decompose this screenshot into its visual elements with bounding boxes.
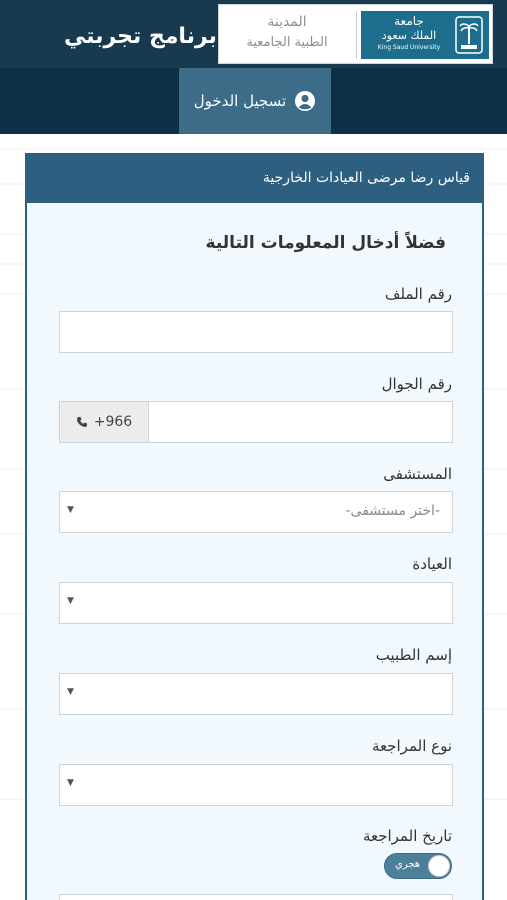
file-number-input[interactable]: [59, 311, 453, 353]
chevron-down-icon: ▼: [67, 778, 74, 788]
app-title: برنامج تجربتي: [64, 24, 217, 49]
toggle-knob: [428, 855, 450, 877]
chevron-down-icon: ▼: [67, 596, 74, 606]
palm-emblem-icon: [455, 16, 483, 54]
doctor-select[interactable]: ▼: [59, 673, 453, 715]
chevron-down-icon: ▼: [67, 505, 74, 515]
country-code: +966: [93, 414, 133, 430]
visit-date-label: تاريخ المراجعة: [362, 827, 452, 845]
ksu-english-name: King Saud University: [377, 44, 441, 51]
survey-panel: قياس رضا مرضى العيادات الخارجية فضلاً أد…: [25, 153, 484, 900]
ksu-line1: جامعة: [394, 14, 424, 28]
ksu-logo-text: جامعة الملك سعود King Saud University: [367, 14, 451, 53]
visit-type-select[interactable]: ▼: [59, 764, 453, 806]
calendar-toggle-label: هجري: [395, 859, 421, 870]
user-circle-icon: [295, 91, 316, 111]
university-logo[interactable]: المدينة الطبية الجامعية جامعة الملك سعود…: [218, 4, 493, 64]
medical-city-line1: المدينة: [267, 14, 307, 30]
login-nav-item[interactable]: تسجيل الدخول: [179, 68, 331, 134]
top-header: برنامج تجربتي المدينة الطبية الجامعية جا…: [0, 0, 507, 68]
medical-city-logo: المدينة الطبية الجامعية: [223, 11, 351, 59]
hospital-placeholder: -اختر مستشفى-: [345, 503, 441, 519]
hospital-label: المستشفى: [383, 465, 452, 483]
hospital-select[interactable]: ▼ -اختر مستشفى-: [59, 491, 453, 533]
doctor-label: إسم الطبيب: [375, 646, 452, 664]
clinic-select[interactable]: ▼: [59, 582, 453, 624]
file-number-label: رقم الملف: [384, 285, 452, 303]
mobile-label: رقم الجوال: [381, 375, 452, 393]
ksu-line2: الملك سعود: [381, 29, 437, 42]
chevron-down-icon: ▼: [67, 687, 74, 697]
phone-icon: [76, 417, 87, 427]
clinic-label: العيادة: [412, 555, 452, 573]
visit-type-label: نوع المراجعة: [371, 737, 452, 755]
login-label: تسجيل الدخول: [193, 92, 287, 110]
hijri-calendar-toggle[interactable]: هجري: [384, 853, 452, 879]
mobile-input-group[interactable]: +966: [59, 401, 453, 443]
panel-title: قياس رضا مرضى العيادات الخارجية: [27, 155, 482, 203]
country-code-addon: +966: [60, 402, 149, 442]
medical-city-line2: الطبية الجامعية: [246, 35, 328, 50]
form-heading: فضلاً أدخال المعلومات التالية: [205, 233, 446, 253]
logo-divider: [356, 11, 357, 59]
visit-date-input[interactable]: [59, 894, 453, 900]
main-navbar: تسجيل الدخول: [0, 68, 507, 134]
ksu-logo: جامعة الملك سعود King Saud University: [361, 11, 489, 59]
